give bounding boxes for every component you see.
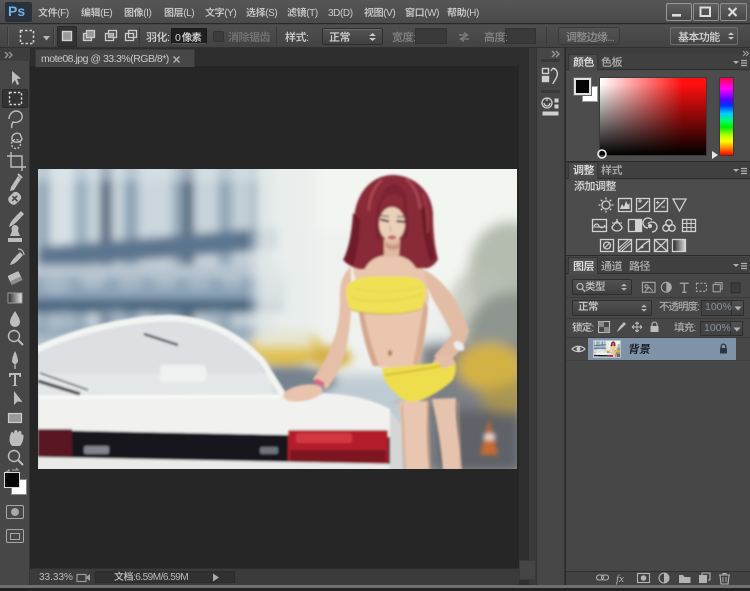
- svg-text:fx: fx: [616, 573, 624, 585]
